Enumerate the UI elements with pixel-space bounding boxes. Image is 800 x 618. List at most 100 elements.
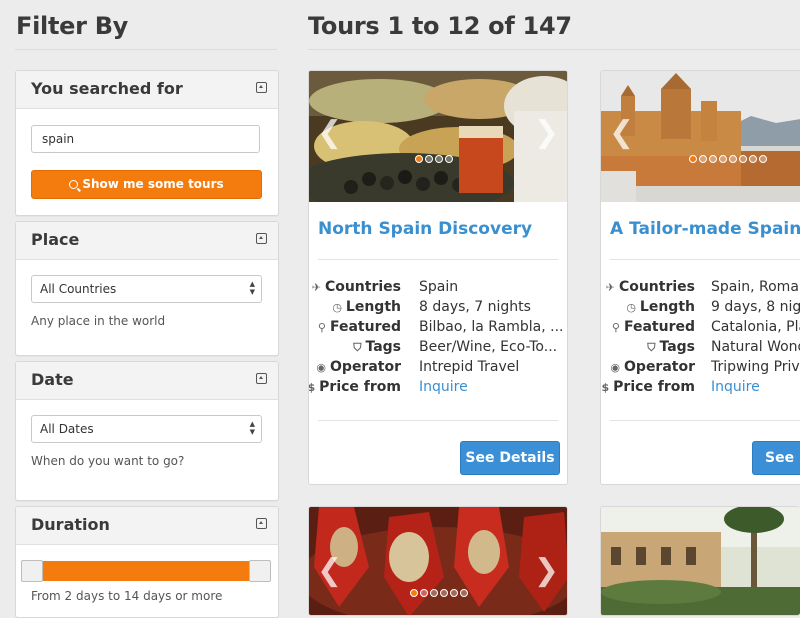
slide-dot[interactable] bbox=[435, 155, 443, 163]
fact-label: ⛉ Tags bbox=[353, 339, 401, 355]
results-heading: Tours 1 to 12 of 147 bbox=[308, 12, 572, 40]
globe-icon: ◉ bbox=[610, 361, 621, 374]
slide-dots bbox=[689, 155, 767, 163]
country-select[interactable]: All Countries ▲ ▼ bbox=[31, 275, 262, 303]
fact-value: Beer/Wine, Eco-To... bbox=[419, 339, 558, 355]
fact-row-price: $ Price from Inquire bbox=[601, 379, 800, 399]
duration-panel: Duration From 2 days to 14 days or more bbox=[15, 506, 279, 618]
fact-value: 8 days, 7 nights bbox=[419, 299, 531, 315]
slide-dot[interactable] bbox=[729, 155, 737, 163]
tags-icon: ⛉ bbox=[353, 341, 362, 354]
fact-row-operator: ◉ Operator Intrepid Travel bbox=[309, 359, 567, 379]
prev-slide-icon[interactable]: ❮ bbox=[317, 553, 342, 588]
slide-dot[interactable] bbox=[739, 155, 747, 163]
clock-icon: ◷ bbox=[626, 301, 636, 314]
tour-card: ❮ ❯ North Spain Discovery ✈ Countries Spa… bbox=[308, 70, 568, 485]
select-arrows-icon: ▲ ▼ bbox=[249, 420, 255, 436]
fact-row-tags: ⛉ Tags Natural Wond bbox=[601, 339, 800, 359]
fact-row-operator: ◉ Operator Tripwing Priv bbox=[601, 359, 800, 379]
fact-label: ✈ Countries bbox=[605, 279, 695, 295]
filter-by-heading: Filter By bbox=[16, 12, 129, 40]
duration-max-handle[interactable] bbox=[249, 560, 271, 582]
divider bbox=[308, 49, 800, 50]
slide-dot[interactable] bbox=[430, 589, 438, 597]
see-details-button[interactable]: See Details bbox=[460, 441, 560, 475]
date-hint: When do you want to go? bbox=[31, 454, 185, 468]
next-slide-icon[interactable]: ❯ bbox=[534, 553, 559, 588]
fact-row-countries: ✈ Countries Spain bbox=[309, 279, 567, 299]
see-details-button[interactable]: See D bbox=[752, 441, 800, 475]
fact-label: ⚲ Featured bbox=[611, 319, 695, 335]
show-tours-button[interactable]: Show me some tours bbox=[31, 170, 262, 199]
show-tours-label: Show me some tours bbox=[82, 177, 224, 191]
slide-dot[interactable] bbox=[415, 155, 423, 163]
divider bbox=[610, 259, 800, 260]
slide-dot[interactable] bbox=[425, 155, 433, 163]
place-panel: Place All Countries ▲ ▼ Any place in the … bbox=[15, 221, 279, 356]
slide-dot[interactable] bbox=[450, 589, 458, 597]
fact-label: ◷ Length bbox=[626, 299, 695, 315]
divider bbox=[610, 420, 800, 421]
collapse-icon[interactable] bbox=[256, 518, 267, 529]
next-slide-icon[interactable]: ❯ bbox=[534, 115, 559, 150]
duration-panel-header[interactable]: Duration bbox=[16, 507, 278, 545]
slide-dot[interactable] bbox=[460, 589, 468, 597]
fact-label: $ Price from bbox=[601, 379, 696, 395]
select-arrows-icon: ▲ ▼ bbox=[249, 280, 255, 296]
slide-dot[interactable] bbox=[699, 155, 707, 163]
search-panel-header[interactable]: You searched for bbox=[16, 71, 278, 109]
fact-value: Bilbao, la Rambla, ... bbox=[419, 319, 564, 335]
date-panel-header[interactable]: Date bbox=[16, 362, 278, 400]
slide-dot[interactable] bbox=[709, 155, 717, 163]
duration-min-handle[interactable] bbox=[21, 560, 43, 582]
fact-row-length: ◷ Length 8 days, 7 nights bbox=[309, 299, 567, 319]
tour-title[interactable]: A Tailor-made Spain bbox=[610, 219, 800, 239]
tour-title[interactable]: North Spain Discovery bbox=[318, 219, 532, 239]
prev-slide-icon[interactable]: ❮ bbox=[609, 115, 634, 150]
slide-dot[interactable] bbox=[420, 589, 428, 597]
slide-dot[interactable] bbox=[440, 589, 448, 597]
place-hint: Any place in the world bbox=[31, 314, 166, 328]
search-panel: You searched for Show me some tours bbox=[15, 70, 279, 216]
place-panel-header[interactable]: Place bbox=[16, 222, 278, 260]
collapse-icon[interactable] bbox=[256, 233, 267, 244]
collapse-icon[interactable] bbox=[256, 82, 267, 93]
country-select-value: All Countries bbox=[40, 282, 117, 296]
tour-image[interactable]: ❮ ❯ bbox=[309, 71, 567, 202]
price-inquire-link[interactable]: Inquire bbox=[711, 379, 760, 395]
fact-row-tags: ⛉ Tags Beer/Wine, Eco-To... bbox=[309, 339, 567, 359]
map-marker-icon: ⚲ bbox=[317, 321, 326, 334]
clock-icon: ◷ bbox=[332, 301, 342, 314]
slide-dot[interactable] bbox=[719, 155, 727, 163]
tour-card: ❮ A Tailor-made Spain ✈ Countries Spain, … bbox=[600, 70, 800, 485]
prev-slide-icon[interactable]: ❮ bbox=[317, 115, 342, 150]
tapas-food-photo bbox=[309, 71, 567, 202]
slide-dot[interactable] bbox=[445, 155, 453, 163]
fact-label: ⚲ Featured bbox=[317, 319, 401, 335]
slide-dot[interactable] bbox=[759, 155, 767, 163]
fact-row-featured: ⚲ Featured Bilbao, la Rambla, ... bbox=[309, 319, 567, 339]
slide-dot[interactable] bbox=[749, 155, 757, 163]
dollar-icon: $ bbox=[308, 381, 316, 394]
duration-hint: From 2 days to 14 days or more bbox=[31, 589, 223, 603]
duration-slider-range bbox=[31, 561, 264, 581]
collapse-icon[interactable] bbox=[256, 373, 267, 384]
fact-row-length: ◷Length 9 days, 8 nigh bbox=[601, 299, 800, 319]
slide-dots bbox=[410, 589, 468, 597]
date-select[interactable]: All Dates ▲ ▼ bbox=[31, 415, 262, 443]
fact-row-countries: ✈ Countries Spain, Romar bbox=[601, 279, 800, 299]
place-panel-title: Place bbox=[31, 230, 80, 249]
search-input[interactable] bbox=[31, 125, 260, 153]
slide-dot[interactable] bbox=[410, 589, 418, 597]
divider bbox=[318, 259, 558, 260]
tour-image[interactable]: ❮ bbox=[601, 71, 800, 202]
plane-icon: ✈ bbox=[311, 281, 321, 294]
fact-row-price: $ Price from Inquire bbox=[309, 379, 567, 399]
fact-label: ◉ Operator bbox=[610, 359, 695, 375]
price-inquire-link[interactable]: Inquire bbox=[419, 379, 468, 395]
tour-facts: ✈ Countries Spain, Romar ◷ Length 9 days, … bbox=[601, 279, 800, 399]
slide-dot[interactable] bbox=[689, 155, 697, 163]
fact-label: ◉ Operator bbox=[316, 359, 401, 375]
fact-value: Spain, Romar bbox=[711, 279, 800, 295]
fact-label: ✈ Countries bbox=[311, 279, 401, 295]
